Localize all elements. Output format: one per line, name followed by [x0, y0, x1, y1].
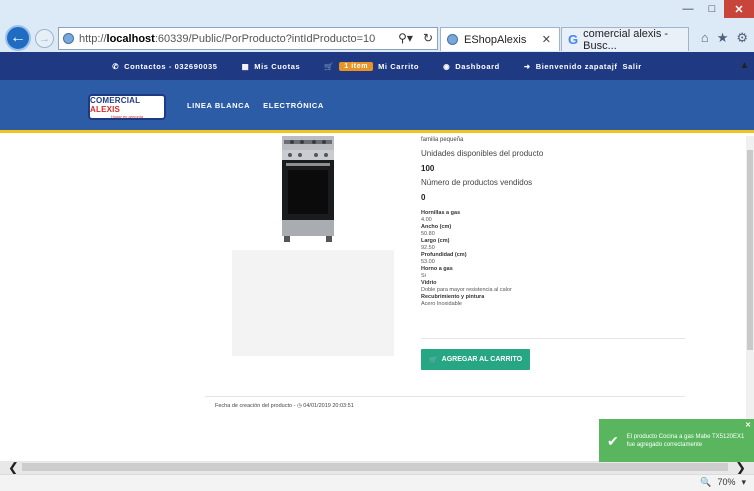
tab-label: comercial alexis - Busc...: [583, 27, 669, 52]
settings-gear-icon[interactable]: ⚙: [736, 30, 748, 46]
divider: [421, 338, 685, 339]
product-details: familia pequeña Unidades disponibles del…: [421, 136, 691, 308]
close-tab-icon[interactable]: ✕: [542, 33, 551, 46]
spec-value: Si: [421, 273, 426, 279]
spec-value: 4.00: [421, 217, 432, 223]
spec-value: Acero Inoxidable: [421, 301, 462, 307]
calculator-icon: ▦: [241, 61, 250, 71]
spec-name: Largo (cm): [421, 238, 450, 244]
close-window-icon[interactable]: ✕: [724, 0, 754, 18]
user-welcome: ➜ Bienvenido zapatajf Salir: [524, 62, 642, 71]
spec-name: Vidrio: [421, 280, 437, 286]
toast-notification: ✔ El producto Cocina a gas Mabe TX5120EX…: [599, 419, 754, 462]
arrow-right-icon: →: [39, 32, 50, 45]
maximize-icon[interactable]: □: [700, 0, 724, 18]
dashboard-label: Dashboard: [455, 61, 500, 71]
welcome-label: Bienvenido zapatajf: [535, 61, 618, 71]
minimize-icon[interactable]: —: [676, 0, 700, 18]
tab-eshopalexis[interactable]: EShopAlexis ✕: [440, 27, 560, 51]
toast-message: El producto Cocina a gas Mabe TX5120EX1 …: [626, 433, 745, 448]
home-icon[interactable]: ⌂: [701, 30, 709, 46]
back-button[interactable]: ←: [5, 25, 31, 51]
url-prefix: http://: [79, 32, 107, 45]
favorites-star-icon[interactable]: ★: [717, 30, 729, 46]
google-icon: G: [568, 32, 579, 47]
product-image-placeholder: [232, 250, 394, 356]
main-menu: LINEA BLANCA ELECTRÓNICA: [187, 101, 324, 110]
product-image-gas-stove[interactable]: [278, 136, 338, 242]
spec-name: Recubrimiento y pintura: [421, 294, 485, 300]
refresh-icon[interactable]: ↻: [423, 31, 433, 45]
product-specs: Hornillas a gas 4.00 Ancho (cm) 50.80 La…: [421, 210, 691, 308]
clock-icon: ◷: [296, 403, 302, 409]
address-tools: ⚲▾ ↻: [398, 31, 433, 45]
creation-date-label: Fecha de creación del producto -: [215, 403, 296, 409]
tab-google-search[interactable]: G comercial alexis - Busc...: [561, 27, 689, 52]
address-bar[interactable]: http://localhost:60339/Public/PorProduct…: [58, 27, 438, 50]
logo-text: COMERCIAL ALEXIS: [90, 95, 141, 114]
arrow-left-icon: ←: [10, 29, 26, 46]
divider: [205, 396, 685, 397]
creation-date: Fecha de creación del producto - ◷ 04/01…: [215, 403, 354, 409]
spec-value: 53.00: [421, 259, 435, 265]
spec-value: 50.80: [421, 231, 435, 237]
spec-value: 92.50: [421, 245, 435, 251]
add-to-cart-label: AGREGAR AL CARRITO: [441, 356, 523, 363]
browser-toolbar-icons: ⌂ ★ ⚙: [701, 30, 748, 46]
units-sold-value: 0: [421, 193, 426, 202]
logo-tagline: Hogar en armonía: [110, 113, 144, 119]
sign-in-icon: ➜: [523, 61, 531, 71]
units-available-value: 100: [421, 164, 435, 173]
units-sold-label: Número de productos vendidos: [421, 178, 533, 187]
menu-linea-blanca[interactable]: LINEA BLANCA: [187, 101, 250, 110]
cart-count-badge: 1 item: [339, 61, 374, 71]
cart-icon: 🛒: [428, 356, 438, 364]
cart-icon: 🛒: [324, 61, 335, 71]
horizontal-scroll-thumb[interactable]: [22, 463, 728, 471]
check-icon: ✔: [607, 432, 619, 449]
url-host: localhost: [106, 32, 155, 45]
chevron-down-icon: ▾: [741, 477, 746, 487]
spec-name: Profundidad (cm): [421, 252, 467, 258]
menu-electronica[interactable]: ELECTRÓNICA: [263, 101, 324, 110]
phone-icon: ✆: [112, 61, 120, 71]
spec-name: Hornillas a gas: [421, 210, 461, 216]
units-available-label: Unidades disponibles del producto: [421, 149, 544, 158]
contact-label: Contactos - 032690035: [124, 61, 218, 71]
product-description-tail: familia pequeña: [421, 137, 464, 143]
site-navbar: COMERCIAL ALEXIS Hogar en armonía LINEA …: [0, 80, 754, 133]
tab-site-icon: [447, 34, 458, 45]
search-icon[interactable]: ⚲▾: [398, 31, 413, 45]
tab-label: EShopAlexis: [464, 33, 527, 46]
scroll-up-icon[interactable]: ▲: [740, 60, 751, 71]
window-controls: — □ ✕: [676, 0, 754, 20]
url-path: :60339/Public/PorProducto?intIdProducto=…: [154, 32, 376, 45]
site-topbar: ✆ Contactos - 032690035 ▦ Mis Cuotas 🛒 1…: [0, 52, 754, 80]
creation-date-value: 04/01/2019 20:03:51: [303, 403, 354, 409]
add-to-cart-button[interactable]: 🛒 AGREGAR AL CARRITO: [421, 349, 530, 370]
comercial-alexis-logo[interactable]: COMERCIAL ALEXIS Hogar en armonía: [88, 94, 166, 120]
zoom-control[interactable]: 🔍 70% ▾: [700, 477, 746, 488]
close-icon[interactable]: ✕: [745, 422, 751, 430]
zoom-level: 70%: [717, 477, 736, 487]
accounts-link[interactable]: ▦ Mis Cuotas: [242, 62, 301, 71]
logout-link[interactable]: Salir: [623, 62, 642, 71]
dashboard-icon: ◉: [443, 61, 451, 71]
cart-link[interactable]: 🛒 1 item Mi Carrito: [324, 61, 420, 71]
site-icon: [63, 33, 74, 44]
spec-value: Doble para mayor resistencia al calor: [421, 287, 512, 293]
vertical-scroll-thumb[interactable]: [747, 150, 753, 350]
spec-name: Ancho (cm): [421, 224, 452, 230]
dashboard-link[interactable]: ◉ Dashboard: [443, 62, 500, 71]
status-bar: 🔍 70% ▾: [0, 474, 754, 491]
zoom-icon: 🔍: [700, 477, 712, 487]
forward-button[interactable]: →: [35, 29, 54, 48]
accounts-label: Mis Cuotas: [254, 61, 301, 71]
cart-label: Mi Carrito: [378, 61, 420, 71]
browser-chrome: — □ ✕ ← → http://localhost:60339/Public/…: [0, 0, 754, 52]
contact-link[interactable]: ✆ Contactos - 032690035: [112, 62, 217, 71]
spec-name: Horno a gas: [421, 266, 453, 272]
